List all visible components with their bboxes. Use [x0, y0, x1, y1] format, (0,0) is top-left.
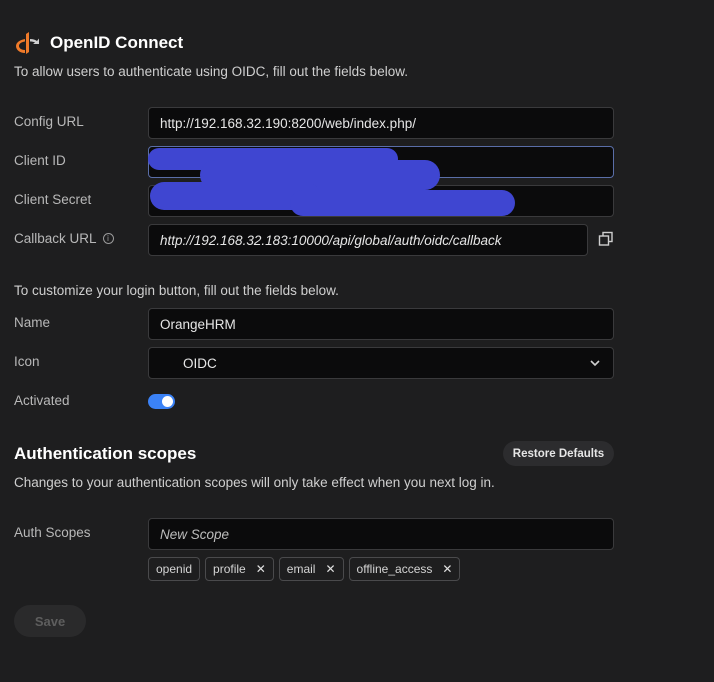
toggle-knob — [162, 396, 173, 407]
new-scope-input[interactable]: New Scope — [148, 518, 614, 550]
chevron-down-icon — [590, 360, 600, 367]
auth-scopes-label: Auth Scopes — [14, 525, 91, 540]
restore-defaults-button[interactable]: Restore Defaults — [503, 441, 614, 466]
title-row: OpenID Connect — [14, 30, 183, 56]
remove-scope-icon[interactable]: ✕ — [325, 562, 335, 576]
scope-chip: profile ✕ — [205, 557, 274, 581]
info-icon[interactable]: i — [102, 233, 114, 244]
remove-scope-icon[interactable]: ✕ — [442, 562, 452, 576]
redaction-mark — [290, 190, 515, 216]
scope-chips: openid profile ✕ email ✕ offline_access … — [148, 557, 461, 581]
config-url-label: Config URL — [14, 114, 84, 129]
scope-chip: offline_access ✕ — [348, 557, 461, 581]
name-input[interactable]: OrangeHRM — [148, 308, 614, 340]
page-title: OpenID Connect — [50, 33, 184, 52]
scope-chip: openid — [148, 557, 201, 581]
customize-note: To customize your login button, fill out… — [14, 283, 339, 298]
icon-select[interactable]: OIDC — [148, 347, 614, 379]
scopes-note: Changes to your authentication scopes wi… — [14, 475, 495, 490]
name-label: Name — [14, 315, 51, 330]
scope-chip: email ✕ — [278, 557, 344, 581]
client-id-label: Client ID — [14, 153, 66, 168]
client-secret-label: Client Secret — [14, 192, 92, 207]
remove-scope-icon[interactable]: ✕ — [256, 562, 266, 576]
openid-logo-icon — [16, 32, 39, 54]
activated-label: Activated — [14, 393, 70, 408]
icon-label: Icon — [14, 354, 40, 369]
callback-url-field: http://192.168.32.183:10000/api/global/a… — [148, 224, 588, 256]
copy-icon[interactable] — [598, 231, 614, 247]
callback-url-label: Callback URL i — [14, 231, 114, 246]
oidc-settings-panel: OpenID Connect To allow users to authent… — [0, 0, 714, 682]
scopes-heading: Authentication scopes — [14, 444, 197, 463]
save-button[interactable]: Save — [14, 605, 86, 637]
intro-text: To allow users to authenticate using OID… — [14, 64, 408, 79]
activated-toggle[interactable] — [148, 394, 175, 409]
config-url-input[interactable]: http://192.168.32.190:8200/web/index.php… — [148, 107, 614, 139]
